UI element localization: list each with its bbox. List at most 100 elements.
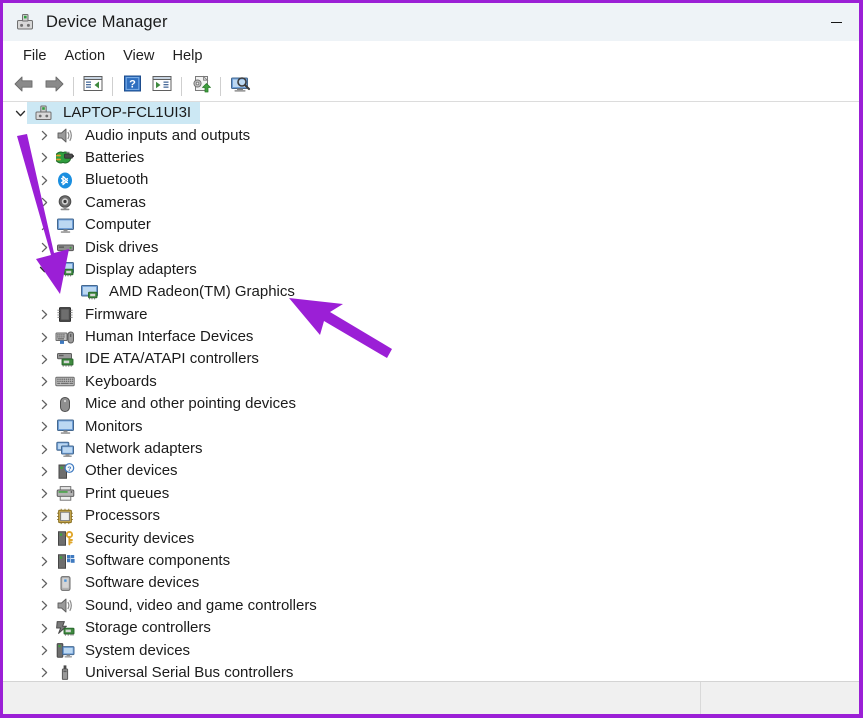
- tree-item[interactable]: System devices: [3, 639, 859, 661]
- tree-item[interactable]: Software components: [3, 550, 859, 572]
- tree-item[interactable]: Keyboards: [3, 371, 859, 393]
- tree-item[interactable]: Batteries: [3, 147, 859, 169]
- chevron-right-icon[interactable]: [38, 644, 51, 657]
- tree-item[interactable]: Network adapters: [3, 438, 859, 460]
- device-manager-window: Device Manager File Action View Help ? L…: [0, 0, 863, 718]
- processor-icon: [55, 507, 75, 525]
- menu-help[interactable]: Help: [163, 45, 211, 67]
- firmware-chip-icon: [55, 306, 75, 324]
- tree-item[interactable]: Display adapters: [3, 259, 859, 281]
- chevron-right-icon[interactable]: [38, 666, 51, 679]
- chevron-right-icon[interactable]: [38, 577, 51, 590]
- chevron-right-icon[interactable]: [38, 622, 51, 635]
- keyboard-icon: [55, 373, 75, 391]
- chevron-right-icon[interactable]: [38, 532, 51, 545]
- toolbar-separator: [112, 76, 113, 96]
- minimize-button[interactable]: [813, 3, 859, 41]
- tree-item[interactable]: Disk drives: [3, 236, 859, 258]
- forward-button[interactable]: [39, 73, 69, 99]
- tree-item-label: Processors: [85, 507, 161, 525]
- tree-item[interactable]: Universal Serial Bus controllers: [3, 662, 859, 682]
- tree-item[interactable]: Sound, video and game controllers: [3, 595, 859, 617]
- chevron-right-icon[interactable]: [38, 465, 51, 478]
- chevron-right-icon[interactable]: [38, 375, 51, 388]
- back-arrow-icon: [13, 75, 35, 98]
- tree-item[interactable]: Monitors: [3, 415, 859, 437]
- tree-item[interactable]: Bluetooth: [3, 169, 859, 191]
- window-title: Device Manager: [46, 12, 168, 31]
- toolbar-separator: [73, 76, 74, 96]
- tree-item[interactable]: Firmware: [3, 304, 859, 326]
- menu-action[interactable]: Action: [56, 45, 115, 67]
- tree-item-label: Human Interface Devices: [85, 328, 254, 346]
- device-tree[interactable]: LAPTOP-FCL1UI3I Audio inputs and outputs…: [3, 102, 859, 682]
- tree-item[interactable]: Audio inputs and outputs: [3, 124, 859, 146]
- chevron-right-icon[interactable]: [38, 241, 51, 254]
- chevron-down-icon[interactable]: [14, 107, 27, 120]
- software-component-icon: [55, 552, 75, 570]
- chevron-down-icon[interactable]: [38, 263, 51, 276]
- other-device-icon: ?: [55, 462, 75, 480]
- chevron-right-icon[interactable]: [38, 129, 51, 142]
- title-bar: Device Manager: [3, 3, 859, 41]
- chevron-right-icon[interactable]: [38, 219, 51, 232]
- back-button[interactable]: [9, 73, 39, 99]
- chevron-right-icon[interactable]: [38, 443, 51, 456]
- chevron-right-icon[interactable]: [38, 308, 51, 321]
- tree-item[interactable]: Cameras: [3, 192, 859, 214]
- hid-icon: [55, 328, 75, 346]
- chevron-right-icon[interactable]: [38, 555, 51, 568]
- tree-item-label: Other devices: [85, 462, 178, 480]
- tree-item[interactable]: Software devices: [3, 572, 859, 594]
- console-tree-icon: [83, 75, 103, 97]
- tree-item[interactable]: Computer: [3, 214, 859, 236]
- tree-item[interactable]: Mice and other pointing devices: [3, 393, 859, 415]
- tree-item[interactable]: IDE ATA/ATAPI controllers: [3, 348, 859, 370]
- bluetooth-icon: [55, 171, 75, 189]
- tree-item[interactable]: Storage controllers: [3, 617, 859, 639]
- device-manager-icon: [15, 12, 35, 32]
- tree-item[interactable]: Processors: [3, 505, 859, 527]
- software-device-icon: [55, 574, 75, 592]
- chevron-right-icon[interactable]: [38, 510, 51, 523]
- tree-item[interactable]: ? Other devices: [3, 460, 859, 482]
- monitor-icon: [55, 418, 75, 436]
- display-adapter-icon: [55, 261, 75, 279]
- tree-item-label: Monitors: [85, 417, 143, 435]
- chevron-right-icon[interactable]: [38, 599, 51, 612]
- tree-item-label: Audio inputs and outputs: [85, 126, 251, 144]
- properties-button[interactable]: [147, 73, 177, 99]
- svg-text:?: ?: [129, 78, 136, 90]
- minimize-icon: [830, 21, 842, 23]
- tree-item[interactable]: Print queues: [3, 483, 859, 505]
- chevron-right-icon[interactable]: [38, 196, 51, 209]
- network-adapter-icon: [55, 440, 75, 458]
- scan-hardware-changes-button[interactable]: [225, 73, 255, 99]
- tree-item-label: Storage controllers: [85, 619, 211, 637]
- update-driver-icon: [191, 75, 212, 98]
- tree-item[interactable]: LAPTOP-FCL1UI3I: [3, 102, 859, 125]
- chevron-right-icon[interactable]: [38, 151, 51, 164]
- update-driver-button[interactable]: [186, 73, 216, 99]
- menu-view[interactable]: View: [114, 45, 163, 67]
- computer-root-icon: [33, 104, 53, 122]
- chevron-right-icon[interactable]: [38, 174, 51, 187]
- help-button[interactable]: ?: [117, 73, 147, 99]
- tree-item[interactable]: Human Interface Devices: [3, 326, 859, 348]
- tree-item-label: LAPTOP-FCL1UI3I: [63, 104, 192, 122]
- tree-item[interactable]: Security devices: [3, 527, 859, 549]
- chevron-right-icon[interactable]: [38, 353, 51, 366]
- chevron-right-icon[interactable]: [38, 487, 51, 500]
- chevron-right-icon[interactable]: [38, 398, 51, 411]
- chevron-right-icon[interactable]: [38, 420, 51, 433]
- tree-item-label: Software devices: [85, 574, 200, 592]
- tree-item[interactable]: AMD Radeon(TM) Graphics: [3, 281, 859, 303]
- tree-item-selection: LAPTOP-FCL1UI3I: [27, 102, 201, 125]
- monitor-icon: [55, 216, 75, 234]
- show-hide-console-tree-button[interactable]: [78, 73, 108, 99]
- chevron-right-icon[interactable]: [38, 331, 51, 344]
- tree-item-label: Software components: [85, 552, 231, 569]
- menu-file[interactable]: File: [14, 45, 56, 67]
- mouse-icon: [55, 395, 75, 413]
- battery-icon: [55, 149, 75, 167]
